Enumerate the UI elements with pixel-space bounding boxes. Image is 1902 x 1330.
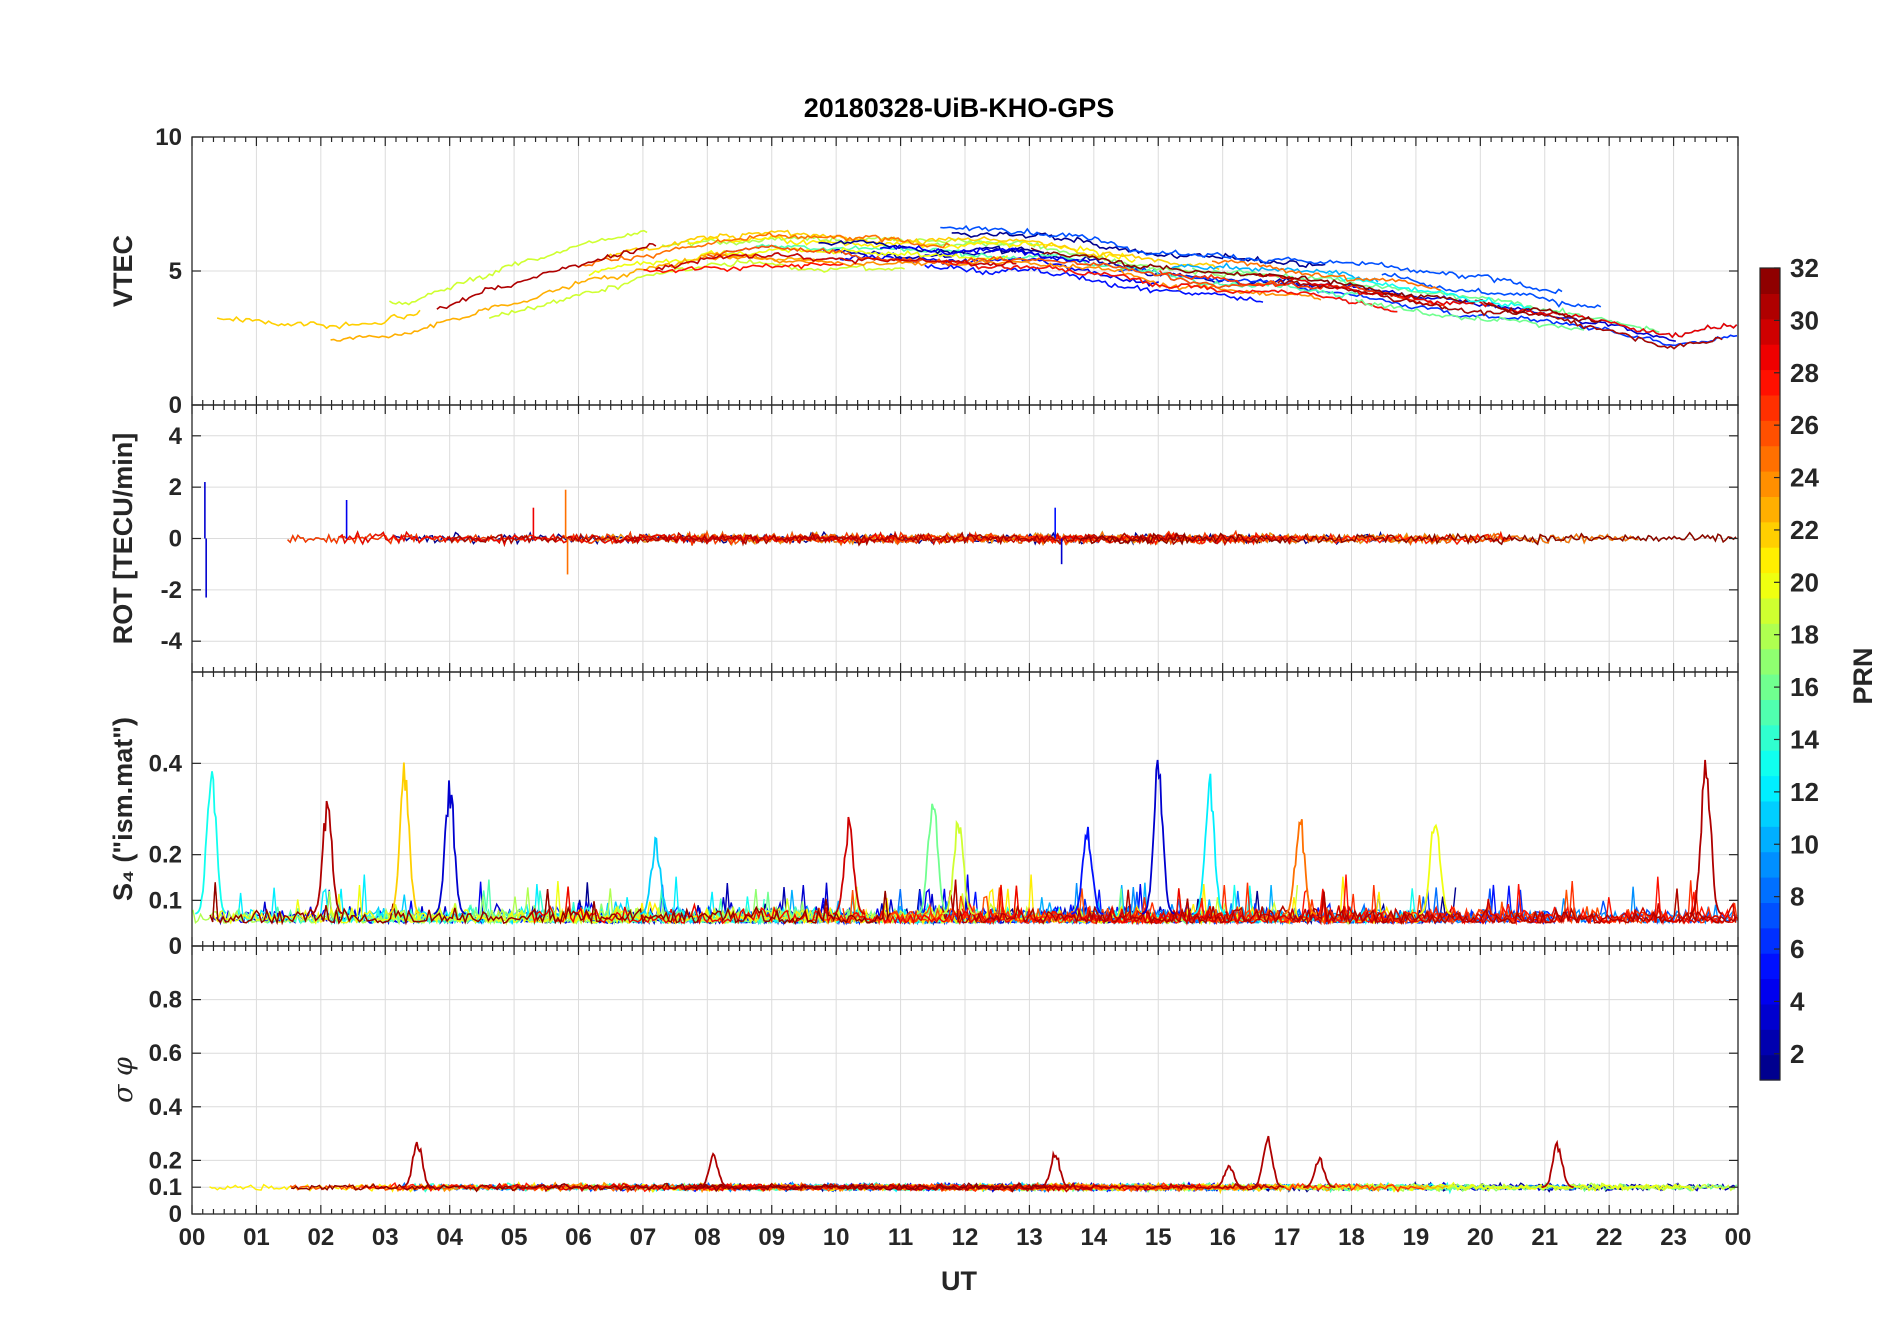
vtec-y-tick-label: 0 [169,392,182,419]
x-tick-label: 06 [565,1224,592,1251]
colorbar-tick-label: 8 [1790,882,1804,912]
colorbar-level [1760,724,1780,751]
colorbar-level [1760,268,1780,294]
rot-ylabel: ROT [TECU/min] [108,433,138,644]
colorbar-level [1760,318,1780,345]
colorbar-tick-label: 6 [1790,934,1804,964]
colorbar-level [1760,623,1780,650]
colorbar-level [1760,394,1780,421]
colorbar-label: PRN [1848,647,1878,704]
colorbar-tick-label: 12 [1790,777,1819,807]
x-tick-label: 21 [1531,1224,1558,1251]
x-tick-label: 15 [1145,1224,1172,1251]
vtec-ylabel: VTEC [108,235,138,307]
rot-y-tick-label: 2 [169,474,182,501]
colorbar-level [1760,597,1780,624]
colorbar-level [1760,445,1780,472]
colorbar-tick-label: 10 [1790,829,1819,859]
x-tick-label: 00 [179,1224,206,1251]
colorbar-level [1760,369,1780,396]
colorbar-level [1760,699,1780,726]
colorbar-level [1760,750,1780,777]
x-tick-label: 09 [758,1224,785,1251]
colorbar-tick-label: 24 [1790,463,1819,493]
s4-y-tick-label: 0.2 [149,842,182,869]
x-tick-label: 10 [823,1224,850,1251]
sigma-phi-y-tick-label: 0.4 [149,1094,183,1121]
colorbar-level [1760,521,1780,548]
figure-background [0,0,1902,1330]
x-tick-label: 20 [1467,1224,1494,1251]
s4-ylabel: S₄ ("ism.mat") [108,717,138,901]
colorbar-level [1760,344,1780,371]
x-tick-label: 13 [1016,1224,1043,1251]
colorbar-tick-label: 32 [1790,253,1819,283]
colorbar-tick-label: 4 [1790,986,1805,1016]
colorbar-level [1760,471,1780,497]
x-tick-label: 03 [372,1224,399,1251]
colorbar-level [1760,826,1780,853]
colorbar-tick-label: 20 [1790,567,1819,597]
colorbar-level [1760,978,1780,1005]
rot-y-tick-label: 4 [169,423,183,450]
colorbar-tick-label: 16 [1790,672,1819,702]
x-tick-label: 14 [1080,1224,1107,1251]
colorbar-level [1760,775,1780,802]
x-tick-label: 04 [436,1224,463,1251]
colorbar-level [1760,648,1780,675]
s4-y-tick-label: 0.1 [149,887,182,914]
rot-y-tick-label: -2 [161,577,182,604]
x-tick-label: 19 [1403,1224,1430,1251]
colorbar-level [1760,953,1780,980]
x-tick-label: 17 [1274,1224,1301,1251]
colorbar-level [1760,547,1780,574]
colorbar-level [1760,927,1780,954]
colorbar-level [1760,1029,1780,1056]
x-tick-label: 08 [694,1224,721,1251]
x-axis-label: UT [941,1266,977,1296]
colorbar-tick-label: 14 [1790,724,1819,754]
colorbar-level [1760,1003,1780,1030]
sigma-phi-y-tick-label: 0.6 [149,1040,182,1067]
vtec-y-tick-label: 5 [169,258,182,285]
rot-y-tick-label: -4 [161,628,183,655]
x-tick-label: 01 [243,1224,270,1251]
figure: 20180328-UiB-KHO-GPS 0510 VTEC -4-2024 R… [0,0,1902,1330]
sigma-phi-y-tick-label: 0.1 [149,1174,182,1201]
colorbar-level [1760,293,1780,320]
x-tick-label: 02 [307,1224,334,1251]
x-tick-label: 07 [630,1224,657,1251]
x-tick-label: 05 [501,1224,528,1251]
x-tick-label: 12 [952,1224,979,1251]
colorbar-level [1760,902,1780,929]
colorbar-tick-label: 22 [1790,515,1819,545]
x-tick-label: 23 [1660,1224,1687,1251]
rot-y-tick-label: 0 [169,526,182,553]
sigma-phi-y-tick-label: 0.2 [149,1147,182,1174]
sigma-phi-ylabel: σ φ [108,1057,139,1103]
colorbar-level [1760,1054,1780,1081]
colorbar-tick-label: 30 [1790,305,1819,335]
colorbar-level [1760,420,1780,447]
colorbar-level [1760,800,1780,827]
s4-y-tick-label: 0 [169,933,182,960]
x-tick-label: 18 [1338,1224,1365,1251]
chart-title: 20180328-UiB-KHO-GPS [804,93,1115,123]
x-tick-label: 00 [1725,1224,1752,1251]
colorbar-level [1760,572,1780,599]
colorbar-tick-label: 18 [1790,620,1819,650]
colorbar-tick-label: 26 [1790,410,1819,440]
colorbar-tick-label: 28 [1790,358,1819,388]
colorbar-level [1760,877,1780,903]
sigma-phi-y-tick-label: 0.8 [149,987,182,1014]
x-tick-label: 16 [1209,1224,1236,1251]
x-tick-label: 22 [1596,1224,1623,1251]
vtec-y-tick-label: 10 [155,124,182,151]
colorbar-tick-label: 2 [1790,1039,1804,1069]
colorbar-level [1760,496,1780,523]
colorbar-level [1760,851,1780,878]
s4-y-tick-label: 0.4 [149,750,183,777]
x-tick-label: 11 [888,1224,913,1251]
